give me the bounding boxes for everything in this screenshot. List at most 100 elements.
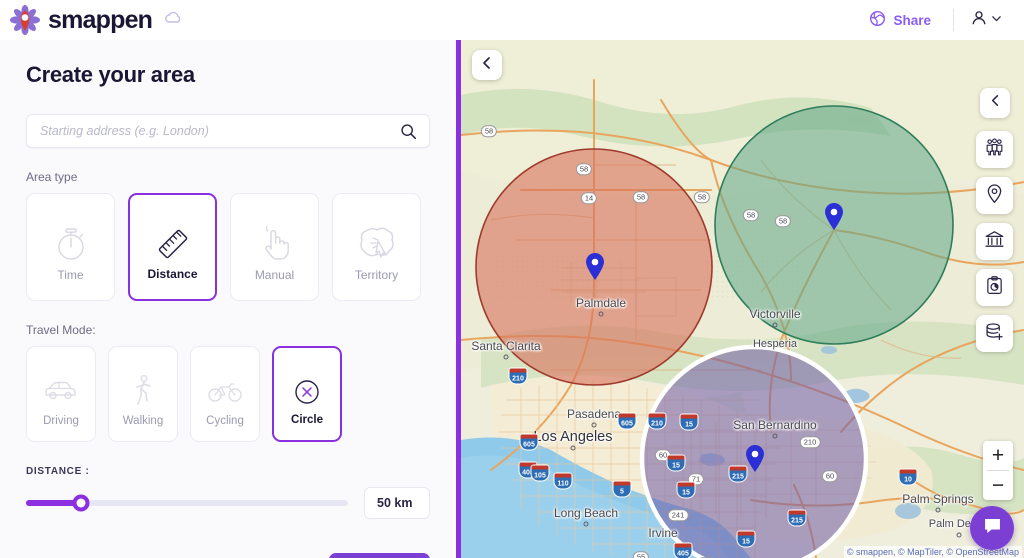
route-shield: 58: [632, 191, 650, 203]
distance-value: 50 km: [377, 496, 413, 510]
search-icon[interactable]: [398, 121, 419, 142]
distance-slider[interactable]: [26, 494, 348, 512]
people-demographics-icon: [984, 137, 1005, 163]
route-shield: 210: [799, 436, 821, 448]
map-tool-column: [976, 88, 1013, 361]
panel-map-divider[interactable]: [456, 40, 461, 558]
city-label: Long Beach: [553, 506, 619, 520]
user-avatar-icon: [970, 9, 988, 32]
map-overlay: Palmdale Santa Clarita Victorville Hesperia…: [461, 40, 1024, 558]
search-input[interactable]: [40, 124, 398, 138]
travel-mode-walking[interactable]: Walking: [108, 346, 178, 442]
city-marker-dot: [583, 521, 589, 527]
brand[interactable]: smappen: [10, 5, 183, 35]
interstate-shield: 605: [520, 434, 538, 450]
route-shield: 58: [774, 215, 792, 227]
app-header: smappen Share: [0, 0, 1024, 40]
interstate-shield: 215: [788, 510, 806, 526]
walking-person-icon: [130, 371, 156, 411]
city-label: Palm Springs: [902, 492, 974, 506]
route-shield: 60: [821, 470, 839, 482]
route-shield: 241: [667, 509, 689, 521]
city-marker-dot: [772, 322, 778, 328]
header-divider: [953, 9, 954, 31]
interstate-shield: 15: [737, 531, 755, 547]
city-marker-dot: [503, 354, 509, 360]
area-type-time[interactable]: Time: [26, 193, 115, 301]
distance-label: DISTANCE :: [26, 466, 90, 477]
zoom-in-button[interactable]: +: [983, 441, 1013, 470]
add-data-button[interactable]: [976, 315, 1013, 352]
distance-slider-thumb[interactable]: [72, 494, 90, 512]
demographics-button[interactable]: [976, 131, 1013, 168]
route-shield: 55: [632, 551, 650, 558]
area-type-manual-label: Manual: [254, 268, 295, 282]
interstate-shield: 10: [899, 469, 917, 485]
interstate-shield: 210: [648, 413, 666, 429]
chevron-left-icon: [989, 94, 1002, 112]
institutions-button[interactable]: [976, 223, 1013, 260]
travel-mode-circle[interactable]: Circle: [272, 346, 342, 442]
travel-mode-label: Travel Mode:: [26, 323, 96, 337]
account-menu-button[interactable]: [962, 3, 1010, 38]
brand-name: smappen: [48, 5, 153, 34]
ruler-icon: [153, 221, 193, 267]
distance-value-box[interactable]: 50 km: [364, 487, 430, 519]
zoom-out-button[interactable]: −: [983, 471, 1013, 500]
location-pin-icon: [984, 183, 1005, 209]
map-pin-marker[interactable]: [824, 203, 844, 230]
travel-mode-walking-label: Walking: [122, 415, 164, 427]
chat-support-button[interactable]: [970, 506, 1014, 550]
globe-share-icon: [869, 10, 886, 30]
travel-mode-driving-label: Driving: [43, 415, 79, 427]
map-pin-marker[interactable]: [585, 253, 605, 280]
route-shield: 58: [693, 191, 711, 203]
interstate-shield: 15: [680, 414, 698, 430]
route-shield: 14: [580, 192, 598, 204]
map-collapse-button[interactable]: [980, 88, 1010, 118]
smappen-flower-pin-logo: [10, 5, 40, 35]
interstate-shield: 215: [729, 466, 747, 482]
city-marker-dot: [570, 445, 576, 451]
points-of-interest-button[interactable]: [976, 177, 1013, 214]
city-label: Los Angeles: [533, 429, 613, 445]
area-type-manual[interactable]: Manual: [230, 193, 319, 301]
area-type-distance[interactable]: Distance: [128, 193, 217, 301]
area-type-territory[interactable]: Territory: [332, 193, 421, 301]
city-label: Palmdale: [575, 296, 627, 310]
city-marker-dot: [598, 311, 604, 317]
territory-polygon-icon: [356, 220, 398, 266]
map-back-button[interactable]: [472, 50, 502, 80]
interstate-shield: 5: [613, 481, 631, 497]
reports-button[interactable]: [976, 269, 1013, 306]
area-type-distance-label: Distance: [147, 267, 198, 281]
cloud-sync-icon[interactable]: [164, 10, 183, 30]
distance-slider-row: 50 km: [26, 487, 430, 519]
area-type-label: Area type: [26, 170, 78, 184]
travel-mode-cycling[interactable]: Cycling: [190, 346, 260, 442]
travel-mode-driving[interactable]: Driving: [26, 346, 96, 442]
interstate-shield: 110: [554, 473, 572, 489]
interstate-shield: 605: [618, 413, 636, 429]
city-label: Pasadena: [566, 407, 622, 421]
area-type-options: Time Distance Manual Territory: [26, 193, 430, 301]
clipboard-chart-icon: [984, 275, 1005, 301]
smappen-app: smappen Share Create your area Starting …: [0, 0, 1024, 558]
city-label: Santa Clarita: [471, 339, 541, 353]
app-body: Create your area Area type: [0, 40, 1024, 558]
calculate-button[interactable]: Calculate: [329, 553, 430, 558]
share-button[interactable]: Share: [855, 4, 945, 36]
database-add-icon: [984, 321, 1005, 347]
page-title: Create your area: [26, 62, 195, 87]
map-pin-marker[interactable]: [745, 445, 765, 472]
city-label: Irvine: [648, 526, 678, 540]
map-view[interactable]: Palmdale Santa Clarita Victorville Hesperia…: [461, 40, 1024, 558]
calculate-row: Calculate: [26, 553, 430, 558]
circle-radius-icon: [292, 372, 322, 412]
chevron-left-icon: [480, 56, 494, 75]
address-search[interactable]: [26, 114, 430, 148]
travel-mode-circle-label: Circle: [291, 414, 323, 426]
interstate-shield: 105: [531, 465, 549, 481]
route-shield: 58: [575, 163, 593, 175]
city-label: Victorville: [749, 307, 801, 321]
